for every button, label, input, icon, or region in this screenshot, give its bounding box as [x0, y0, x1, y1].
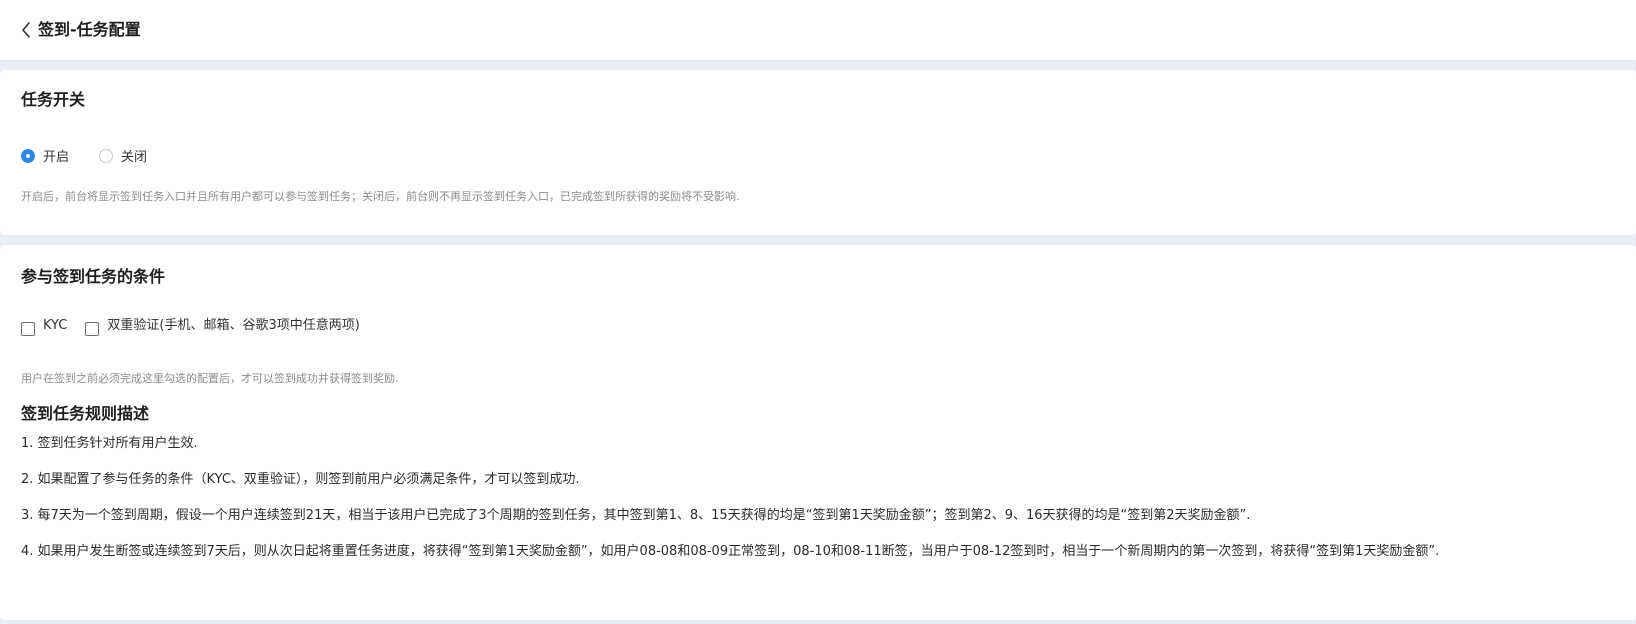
checkbox-2fa-box[interactable]: [85, 322, 100, 336]
checkbox-kyc-box[interactable]: [21, 322, 35, 336]
task-switch-radio-group: 开启 关闭: [21, 146, 177, 165]
conditions-hint: 用户在签到之前必须完成这里勾选的配置后，才可以签到成功并获得签到奖励.: [21, 372, 399, 385]
checkbox-kyc-label: KYC: [43, 318, 68, 333]
back-button[interactable]: 签到-任务配置: [20, 19, 141, 41]
task-switch-card: 任务开关 开启 关闭 开启后，前台将显示签到任务入口并且所有用户都可以参与签到任…: [0, 70, 1636, 235]
page-title: 签到-任务配置: [38, 20, 141, 39]
rules-title: 签到任务规则描述: [21, 404, 150, 423]
radio-unchecked-icon[interactable]: [99, 148, 114, 163]
rule-item: 3. 每7天为一个签到周期，假设一个用户连续签到21天，相当于该用户已完成了3个…: [21, 508, 1251, 523]
radio-disable-label: 关闭: [121, 150, 148, 165]
chevron-left-icon: [22, 22, 30, 38]
page-header: 签到-任务配置: [0, 0, 1636, 60]
checkbox-kyc[interactable]: KYC: [21, 318, 67, 336]
checkbox-2fa[interactable]: 双重验证(手机、邮箱、谷歌3项中任意两项): [85, 318, 360, 336]
rule-item: 1. 签到任务针对所有用户生效.: [21, 436, 198, 451]
rule-item: 2. 如果配置了参与任务的条件（KYC、双重验证），则签到前用户必须满足条件，才…: [21, 472, 580, 487]
task-switch-hint: 开启后，前台将显示签到任务入口并且所有用户都可以参与签到任务；关闭后，前台则不再…: [21, 190, 740, 203]
radio-enable[interactable]: 开启: [21, 146, 69, 165]
conditions-checkbox-group: KYC 双重验证(手机、邮箱、谷歌3项中任意两项): [21, 318, 378, 336]
radio-disable[interactable]: 关闭: [99, 146, 147, 165]
radio-enable-label: 开启: [43, 150, 70, 165]
conditions-card: 参与签到任务的条件 KYC 双重验证(手机、邮箱、谷歌3项中任意两项) 用户在签…: [0, 245, 1636, 620]
task-switch-title: 任务开关: [21, 90, 86, 109]
checkbox-2fa-label: 双重验证(手机、邮箱、谷歌3项中任意两项): [107, 318, 360, 333]
conditions-title: 参与签到任务的条件: [21, 267, 166, 286]
rule-item: 4. 如果用户发生断签或连续签到7天后，则从次日起将重置任务进度，将获得“签到第…: [21, 544, 1440, 559]
radio-checked-icon[interactable]: [21, 148, 35, 163]
rules-list: 1. 签到任务针对所有用户生效. 2. 如果配置了参与任务的条件（KYC、双重验…: [21, 435, 1439, 579]
